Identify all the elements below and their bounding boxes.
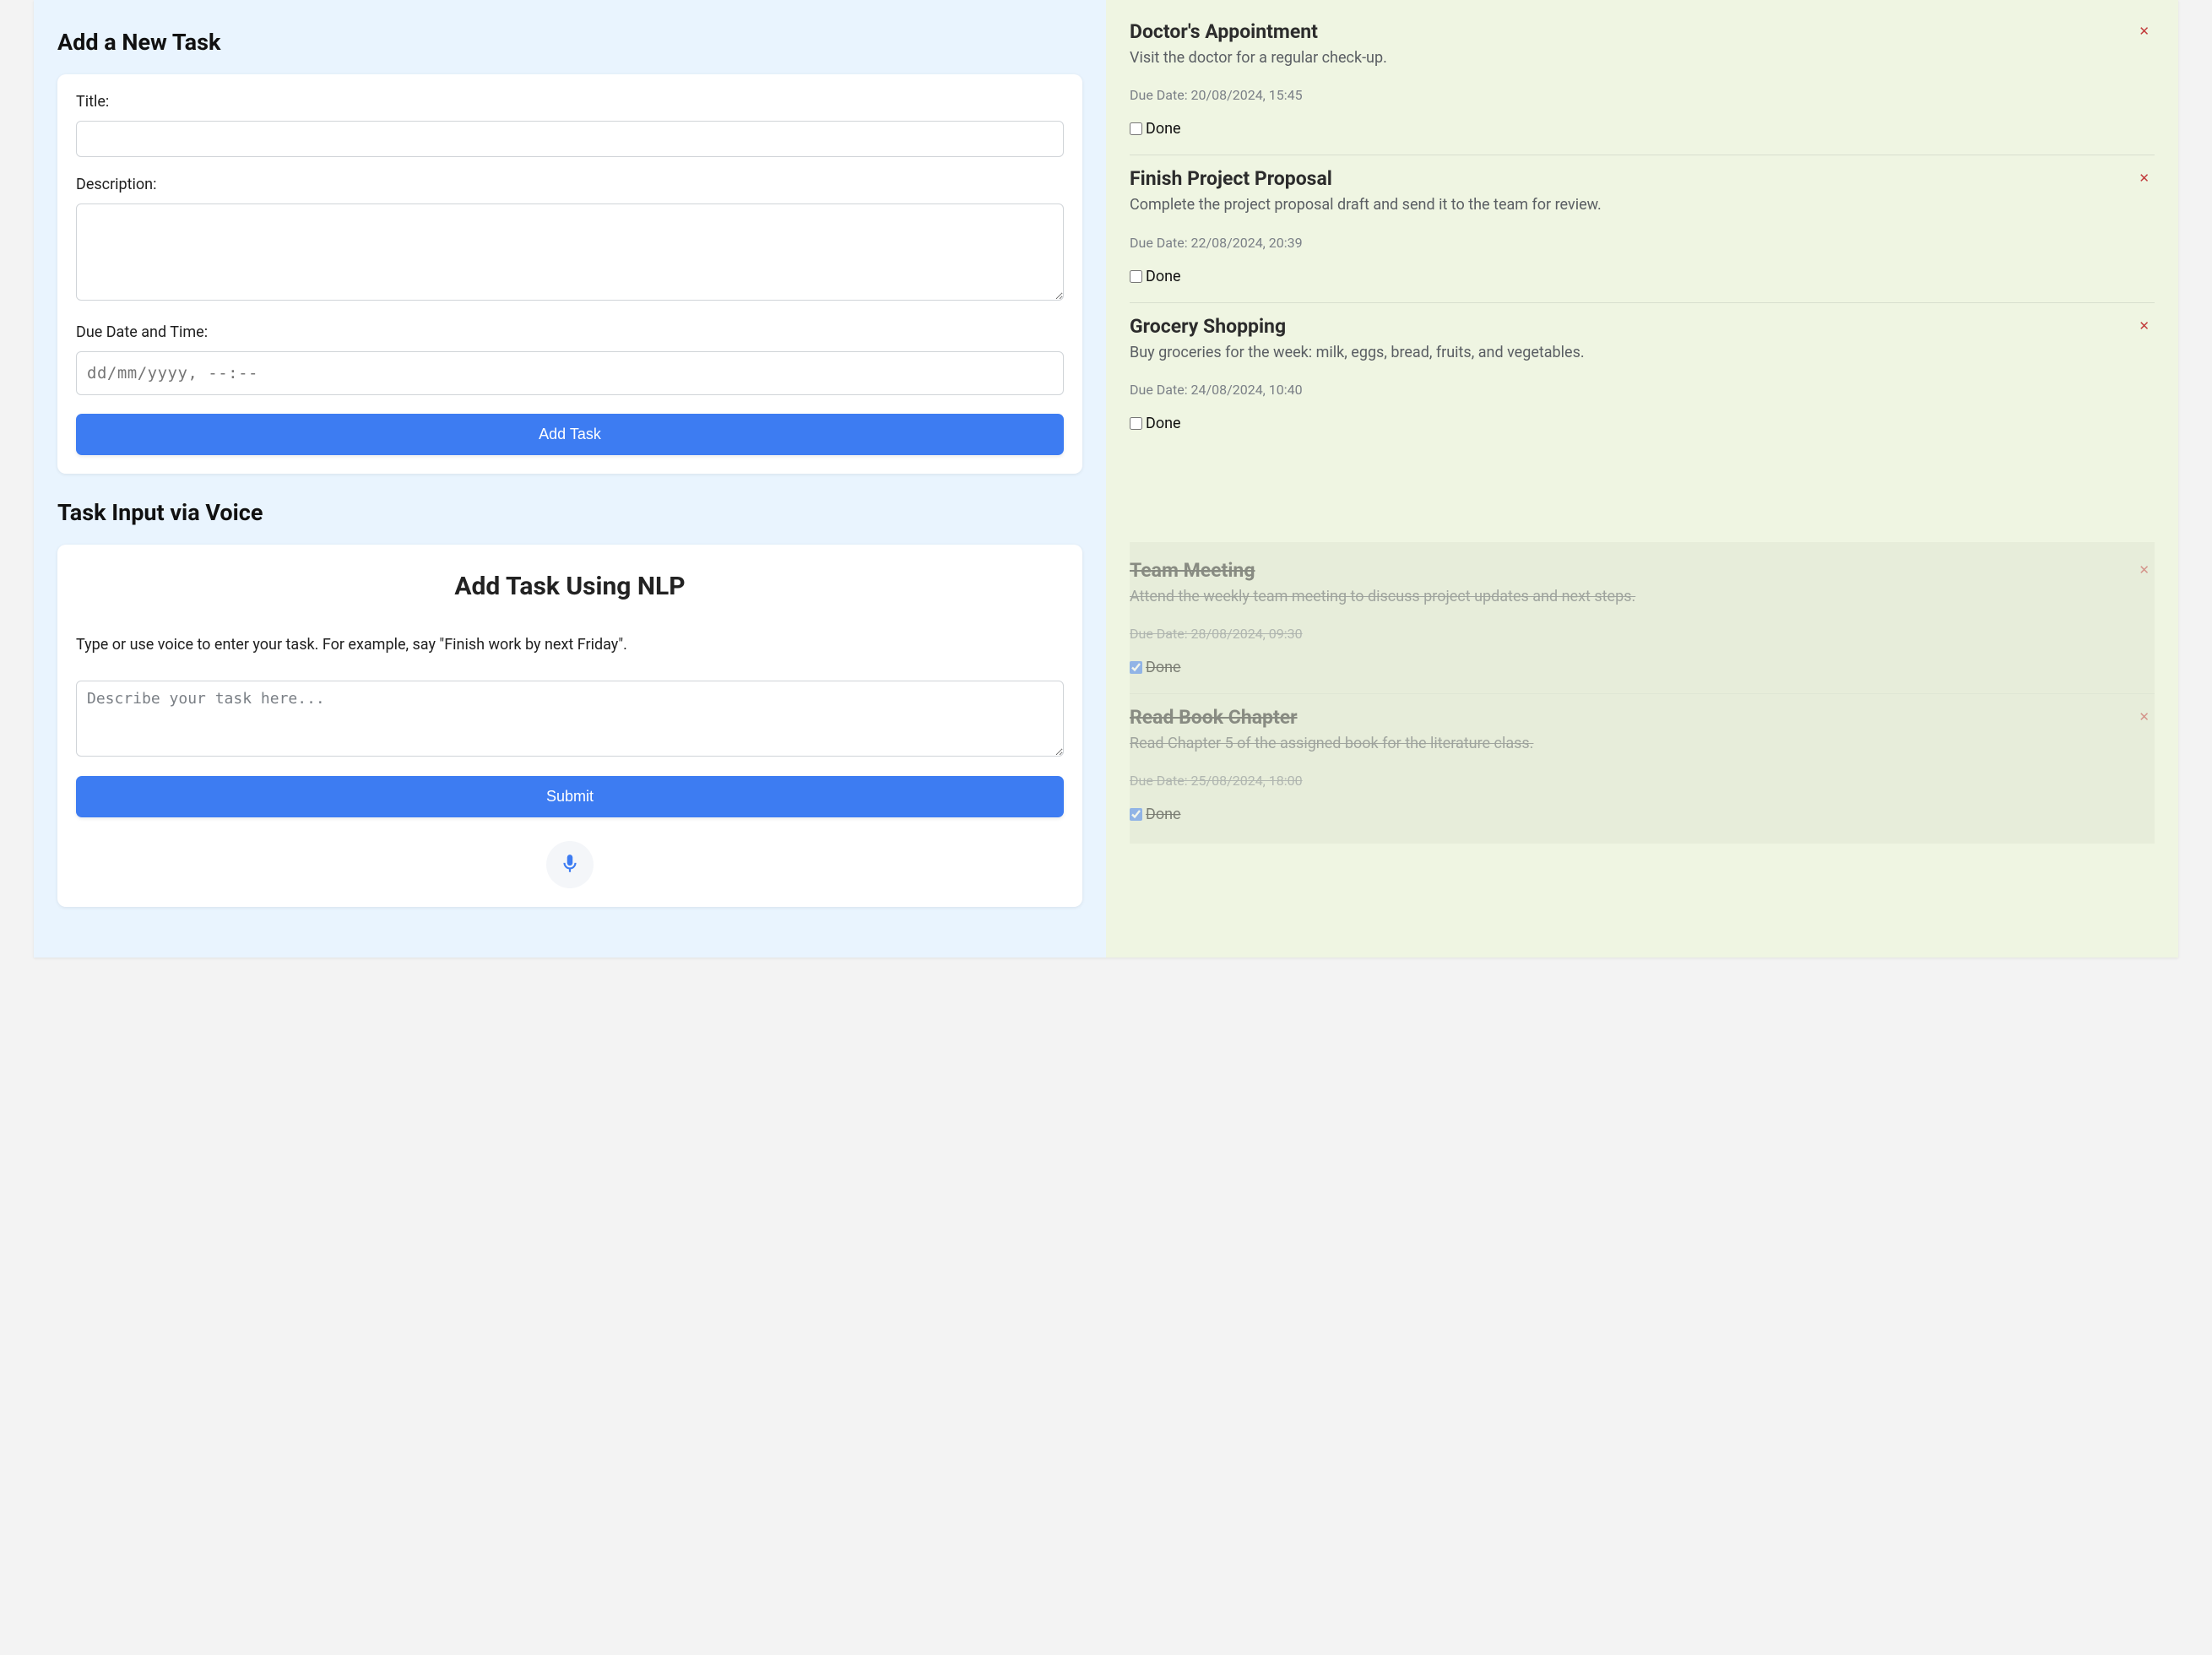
due-label: Due Date and Time:: [76, 323, 1064, 341]
task-due-date: Due Date: 28/08/2024, 09:30: [1130, 626, 2155, 642]
task-title: Doctor's Appointment: [1130, 20, 2155, 43]
task-done-row: Done: [1130, 415, 2155, 442]
delete-task-button[interactable]: ✕: [2135, 561, 2153, 580]
done-label: Done: [1146, 415, 1181, 432]
done-checkbox[interactable]: [1130, 270, 1142, 283]
task-done-row: Done: [1130, 806, 2155, 833]
due-date-input[interactable]: [76, 351, 1064, 395]
task-due-date: Due Date: 20/08/2024, 15:45: [1130, 87, 2155, 103]
task-item: Finish Project Proposal✕ Complete the pro…: [1130, 155, 2155, 302]
close-icon: ✕: [2139, 24, 2150, 39]
delete-task-button[interactable]: ✕: [2135, 169, 2153, 188]
task-description: Read Chapter 5 of the assigned book for …: [1130, 734, 2155, 754]
done-checkbox[interactable]: [1130, 122, 1142, 135]
done-label: Done: [1146, 120, 1181, 138]
done-checkbox[interactable]: [1130, 661, 1142, 674]
nlp-panel: Add Task Using NLP Type or use voice to …: [57, 545, 1082, 907]
nlp-title: Add Task Using NLP: [76, 572, 1064, 601]
completed-task-list: Team Meeting✕Attend the weekly team meet…: [1130, 542, 2155, 844]
task-due-date: Due Date: 25/08/2024, 18:00: [1130, 773, 2155, 789]
description-input[interactable]: [76, 203, 1064, 301]
microphone-button[interactable]: [546, 841, 594, 888]
task-done-row: Done: [1130, 268, 2155, 296]
title-label: Title:: [76, 93, 1064, 111]
task-description: Buy groceries for the week: milk, eggs, …: [1130, 343, 2155, 363]
task-title: Read Book Chapter: [1130, 706, 2155, 729]
close-icon: ✕: [2139, 563, 2150, 578]
task-item: Team Meeting✕ Attend the weekly team meet…: [1130, 547, 2155, 694]
task-done-row: Done: [1130, 659, 2155, 686]
done-label: Done: [1146, 806, 1181, 823]
done-label: Done: [1146, 659, 1181, 676]
task-description: Complete the project proposal draft and …: [1130, 195, 2155, 215]
done-label: Done: [1146, 268, 1181, 285]
add-task-heading: Add a New Task: [57, 29, 1082, 56]
task-due-date: Due Date: 24/08/2024, 10:40: [1130, 382, 2155, 398]
delete-task-button[interactable]: ✕: [2135, 22, 2153, 41]
pending-task-list: Doctor's Appointment✕Visit the doctor fo…: [1130, 8, 2155, 449]
task-item: Read Book Chapter✕ Read Chapter 5 of the …: [1130, 694, 2155, 840]
task-description: Attend the weekly team meeting to discus…: [1130, 587, 2155, 607]
done-checkbox[interactable]: [1130, 808, 1142, 821]
delete-task-button[interactable]: ✕: [2135, 317, 2153, 336]
close-icon: ✕: [2139, 171, 2150, 186]
microphone-icon: [559, 853, 581, 877]
done-checkbox[interactable]: [1130, 417, 1142, 430]
delete-task-button[interactable]: ✕: [2135, 708, 2153, 727]
task-title: Finish Project Proposal: [1130, 167, 2155, 190]
nlp-input[interactable]: [76, 681, 1064, 757]
add-task-button[interactable]: Add Task: [76, 414, 1064, 455]
nlp-helper-text: Type or use voice to enter your task. Fo…: [76, 635, 1064, 655]
task-due-date: Due Date: 22/08/2024, 20:39: [1130, 235, 2155, 251]
description-label: Description:: [76, 176, 1064, 193]
title-input[interactable]: [76, 121, 1064, 157]
task-done-row: Done: [1130, 120, 2155, 148]
voice-heading: Task Input via Voice: [57, 499, 1082, 526]
task-item: Grocery Shopping✕ Buy groceries for the w…: [1130, 303, 2155, 449]
add-task-panel: Title: Description: Due Date and Time: A…: [57, 74, 1082, 474]
close-icon: ✕: [2139, 710, 2150, 724]
close-icon: ✕: [2139, 319, 2150, 334]
task-description: Visit the doctor for a regular check-up.: [1130, 48, 2155, 68]
task-item: Doctor's Appointment✕ Visit the doctor fo…: [1130, 8, 2155, 155]
submit-button[interactable]: Submit: [76, 776, 1064, 817]
task-title: Team Meeting: [1130, 559, 2155, 582]
task-title: Grocery Shopping: [1130, 315, 2155, 338]
